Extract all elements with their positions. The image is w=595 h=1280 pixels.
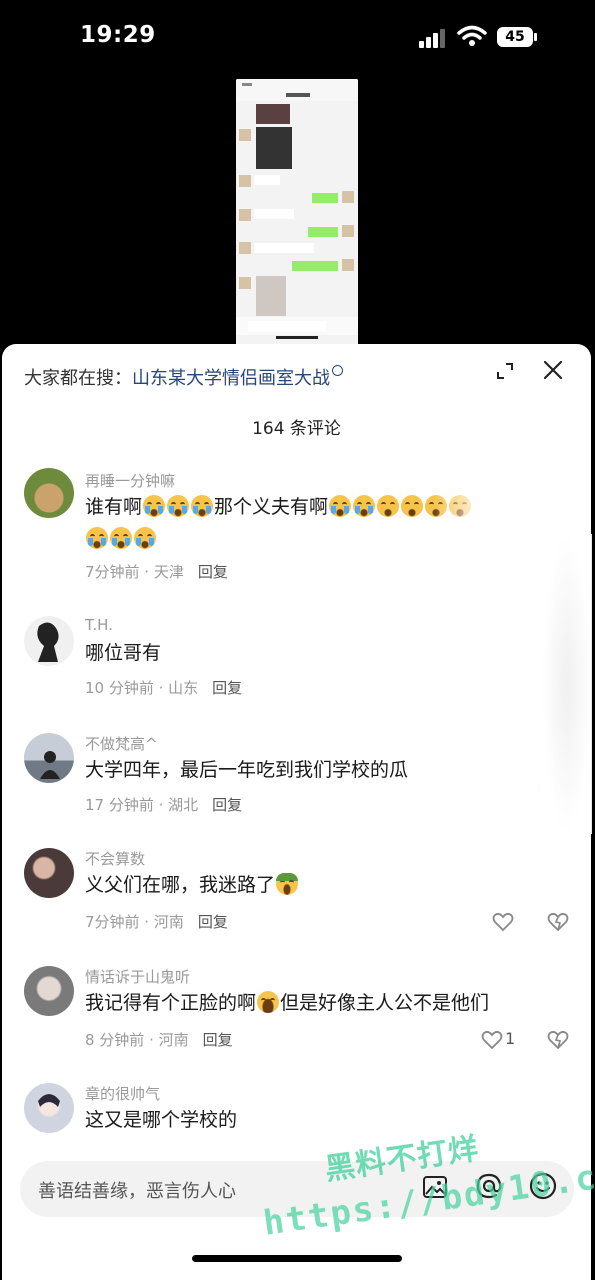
close-icon[interactable] [542, 359, 564, 381]
reply-button[interactable]: 回复 [212, 679, 242, 697]
laughing-emoji-icon [257, 991, 280, 1013]
search-query[interactable]: 山东某大学情侣画室大战 [132, 368, 330, 389]
at-icon[interactable] [474, 1171, 504, 1201]
heart-icon[interactable] [492, 912, 514, 932]
video-preview[interactable] [236, 79, 358, 347]
comment-text: 大学四年，最后一年吃到我们学校的瓜 [85, 759, 409, 781]
status-bar: 19:29 45 [0, 0, 595, 80]
status-time: 19:29 [80, 22, 156, 48]
comment-time-location: 8 分钟前 · 河南 [85, 1031, 189, 1049]
reply-button[interactable]: 回复 [198, 563, 228, 581]
emoji-icon[interactable] [528, 1171, 558, 1201]
chat-screenshot-image [236, 79, 358, 347]
comment-text-line2 [85, 524, 157, 554]
search-icon [332, 365, 343, 376]
wifi-icon [457, 25, 487, 46]
battery-level: 45 [497, 27, 533, 47]
comment-meta: 17 分钟前 · 湖北 回复 [85, 794, 242, 815]
crying-emoji-icon [353, 495, 376, 517]
comments-sheet: 大家都在搜：山东某大学情侣画室大战 164 条评论 再睡一分钟嘛 谁有啊 那个义夫… [2, 344, 595, 1280]
avatar[interactable] [24, 733, 74, 783]
dislike-icon[interactable] [547, 1030, 569, 1050]
comment-text: 这又是哪个学校的 [85, 1109, 238, 1131]
comment-text-part: 义父们在哪，我迷路了 [85, 874, 276, 896]
crying-emoji-icon [167, 495, 190, 517]
avatar[interactable] [24, 468, 74, 518]
comment-input-placeholder[interactable]: 善语结善缘，恶言伤人心 [38, 1177, 236, 1203]
crying-emoji-icon [143, 495, 166, 517]
avatar[interactable] [24, 616, 74, 666]
crying-emoji-icon [377, 495, 400, 517]
comment-author[interactable]: 不做梵高^ [85, 733, 158, 754]
comment-text-part: 我记得有个正脸的啊 [85, 992, 257, 1014]
comment-text: 义父们在哪，我迷路了 [85, 870, 299, 900]
comment-text: 哪位哥有 [85, 642, 162, 664]
comment-text-part: 那个义夫有啊 [214, 496, 329, 518]
sweat-emoji-icon [276, 873, 299, 895]
expand-icon[interactable] [494, 360, 516, 382]
crying-emoji-icon [110, 527, 132, 549]
battery-icon: 45 [497, 27, 537, 47]
comment-meta: 10 分钟前 · 山东 回复 [85, 677, 242, 698]
image-icon[interactable] [422, 1174, 448, 1200]
comment-author[interactable]: 不会算数 [85, 848, 145, 869]
signal-icon [419, 29, 445, 48]
comment-author[interactable]: 章的很帅气 [85, 1083, 160, 1104]
comment-text: 谁有啊 那个义夫有啊 [85, 492, 472, 522]
comment-meta: 7分钟前 · 河南 回复 [85, 911, 228, 932]
crying-emoji-icon [191, 495, 214, 517]
crying-emoji-icon [86, 527, 108, 549]
comment-text: 我记得有个正脸的啊 但是好像主人公不是他们 [85, 988, 489, 1018]
crying-emoji-icon [329, 495, 352, 517]
crying-emoji-icon [134, 527, 156, 549]
avatar[interactable] [24, 1083, 74, 1133]
comment-time-location: 7分钟前 · 天津 [85, 563, 184, 581]
reply-button[interactable]: 回复 [203, 1031, 233, 1049]
trending-search[interactable]: 大家都在搜：山东某大学情侣画室大战 [24, 364, 343, 390]
dislike-icon[interactable] [547, 912, 569, 932]
comment-author[interactable]: 情话诉于山鬼听 [85, 966, 190, 987]
reply-button[interactable]: 回复 [198, 913, 228, 931]
avatar[interactable] [24, 966, 74, 1016]
comment-meta: 8 分钟前 · 河南 回复 [85, 1029, 233, 1050]
crying-emoji-icon [401, 495, 424, 517]
like-count: 1 [505, 1029, 516, 1048]
comment-time-location: 17 分钟前 · 湖北 [85, 796, 199, 814]
comment-text-part: 但是好像主人公不是他们 [280, 992, 490, 1014]
heart-icon[interactable] [481, 1030, 503, 1050]
avatar[interactable] [24, 848, 74, 898]
decorative-blur [542, 534, 592, 834]
comment-count: 164 条评论 [252, 419, 341, 439]
comment-input[interactable]: 善语结善缘，恶言伤人心 [20, 1161, 574, 1217]
comment-text-part: 谁有啊 [85, 496, 143, 518]
comment-author[interactable]: 再睡一分钟嘛 [85, 470, 175, 491]
comment-meta: 7分钟前 · 天津 回复 [85, 561, 228, 582]
reply-button[interactable]: 回复 [212, 796, 242, 814]
home-indicator [192, 1255, 402, 1262]
comment-time-location: 10 分钟前 · 山东 [85, 679, 199, 697]
search-prefix: 大家都在搜： [24, 368, 132, 389]
comment-author[interactable]: T.H. [85, 616, 113, 634]
comment-time-location: 7分钟前 · 河南 [85, 913, 184, 931]
